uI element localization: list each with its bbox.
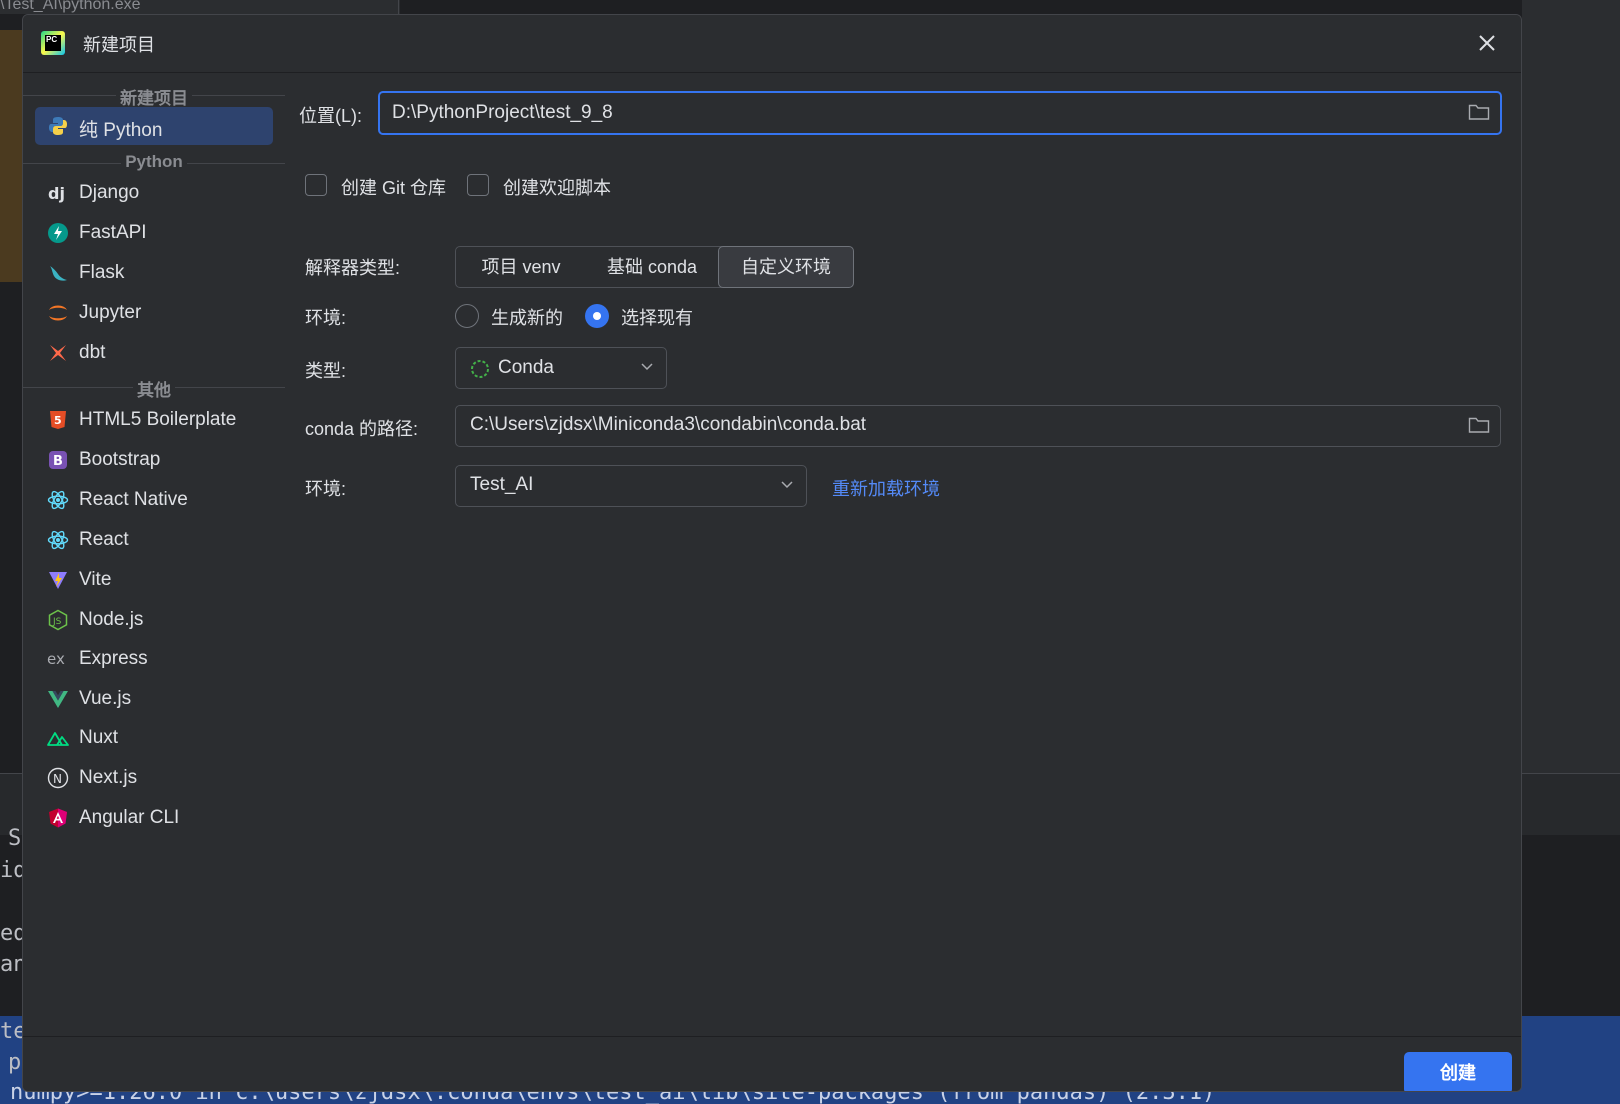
background-title-strip: \Test_AI\python.exe <box>0 0 400 14</box>
dialog-titlebar[interactable]: PC 新建项目 <box>23 15 1521 73</box>
environment-select[interactable]: Test_AI <box>455 465 807 507</box>
sidebar-item-fastapi[interactable]: FastAPI <box>35 214 273 252</box>
vue-icon <box>48 691 68 708</box>
interpreter-type-label: 解释器类型: <box>305 258 401 278</box>
flask-icon <box>50 266 67 281</box>
background-divider <box>398 0 399 14</box>
interpreter-option-base-conda[interactable]: 基础 conda <box>586 247 718 287</box>
express-icon: ex <box>47 650 65 668</box>
svg-text:B: B <box>53 454 63 469</box>
type-label: 类型: <box>305 361 347 381</box>
svg-text:N: N <box>53 772 62 786</box>
env-generate-new-label: 生成新的 <box>491 308 563 328</box>
section-header-new-project: 新建项目 <box>23 84 285 108</box>
env-select-existing-label: 选择现有 <box>621 308 693 328</box>
project-settings-panel: 位置(L): D:\PythonProject\test_9_8 创建 Git … <box>285 74 1521 1036</box>
background-toolbar <box>1522 773 1620 835</box>
env-generate-new-radio[interactable] <box>455 304 479 328</box>
bootstrap-icon: B <box>49 451 67 469</box>
section-header-other: 其他 <box>23 376 285 400</box>
react-native-icon <box>47 490 69 510</box>
dialog-title: 新建项目 <box>83 35 155 55</box>
sidebar-item-flask[interactable]: Flask <box>35 254 273 292</box>
svg-text:5: 5 <box>54 414 62 427</box>
vite-icon <box>49 572 67 589</box>
create-button[interactable]: 创建 <box>1404 1052 1512 1091</box>
pycharm-icon: PC <box>41 31 65 55</box>
sidebar-item-angular-cli[interactable]: Angular CLI <box>35 799 273 837</box>
chevron-down-icon <box>641 363 653 371</box>
svg-text:dj: dj <box>48 184 65 203</box>
sidebar-item-vuejs[interactable]: Vue.js <box>35 680 273 718</box>
project-type-sidebar: 新建项目 纯 Python Python dj Django FastAPI F… <box>23 74 285 1036</box>
terminal-line: S <box>8 826 22 851</box>
sidebar-item-pure-python[interactable]: 纯 Python <box>35 107 273 145</box>
location-input[interactable]: D:\PythonProject\test_9_8 <box>378 91 1502 135</box>
sidebar-item-dbt[interactable]: dbt <box>35 334 273 372</box>
chevron-down-icon <box>781 481 793 489</box>
folder-icon[interactable] <box>1468 103 1490 121</box>
sidebar-item-nuxt[interactable]: Nuxt <box>35 719 273 757</box>
sidebar-item-bootstrap[interactable]: B Bootstrap <box>35 441 273 479</box>
svg-text:ex: ex <box>47 650 65 668</box>
folder-icon[interactable] <box>1468 416 1490 434</box>
terminal-line: p <box>8 1050 22 1075</box>
sidebar-item-nextjs[interactable]: N Next.js <box>35 759 273 797</box>
jupyter-icon <box>49 305 67 321</box>
background-editor-area <box>1522 0 1620 773</box>
interpreter-option-custom[interactable]: 自定义环境 <box>718 246 854 288</box>
create-git-label: 创建 Git 仓库 <box>341 178 447 198</box>
dbt-icon <box>50 345 66 361</box>
sidebar-item-jupyter[interactable]: Jupyter <box>35 294 273 332</box>
interpreter-type-segmented: 项目 venv 基础 conda 自定义环境 <box>455 246 854 288</box>
sidebar-item-html5[interactable]: 5 HTML5 Boilerplate <box>35 401 273 439</box>
nextjs-icon: N <box>47 767 69 789</box>
section-header-python: Python <box>23 152 285 174</box>
svg-text:JS: JS <box>52 617 62 627</box>
django-icon: dj <box>48 184 65 203</box>
angular-icon <box>49 808 67 828</box>
nuxt-icon <box>47 732 69 746</box>
sidebar-item-express[interactable]: ex Express <box>35 640 273 678</box>
type-select[interactable]: Conda <box>455 347 667 389</box>
sidebar-item-vite[interactable]: Vite <box>35 561 273 599</box>
conda-path-input[interactable]: C:\Users\zjdsx\Miniconda3\condabin\conda… <box>455 405 1501 447</box>
sidebar-item-django[interactable]: dj Django <box>35 174 273 212</box>
sidebar-item-nodejs[interactable]: JS Node.js <box>35 601 273 639</box>
sidebar-item-react[interactable]: React <box>35 521 273 559</box>
new-project-dialog: PC 新建项目 新建项目 纯 Python Python dj Django F… <box>22 14 1522 1092</box>
environment-select-label: 环境: <box>305 479 347 499</box>
env-select-existing-radio[interactable] <box>585 304 609 328</box>
environment-label: 环境: <box>305 308 347 328</box>
python-icon <box>49 117 67 135</box>
fastapi-icon <box>48 223 68 243</box>
background-terminal <box>1522 835 1620 1016</box>
reload-environments-link[interactable]: 重新加载环境 <box>832 475 940 501</box>
create-welcome-checkbox[interactable] <box>467 174 489 196</box>
nodejs-icon: JS <box>48 609 68 631</box>
react-icon <box>47 530 69 550</box>
background-window-path: \Test_AI\python.exe <box>0 0 141 13</box>
sidebar-item-react-native[interactable]: React Native <box>35 481 273 519</box>
conda-icon <box>471 360 489 378</box>
interpreter-option-venv[interactable]: 项目 venv <box>456 247 586 287</box>
create-welcome-label: 创建欢迎脚本 <box>503 178 611 198</box>
create-git-checkbox[interactable] <box>305 174 327 196</box>
location-label: 位置(L): <box>299 106 362 126</box>
html5-icon: 5 <box>50 411 66 429</box>
close-icon[interactable] <box>1475 31 1499 55</box>
conda-path-label: conda 的路径: <box>305 419 419 439</box>
background-editor-strip <box>0 30 22 282</box>
dialog-footer: 创建 <box>23 1036 1521 1091</box>
